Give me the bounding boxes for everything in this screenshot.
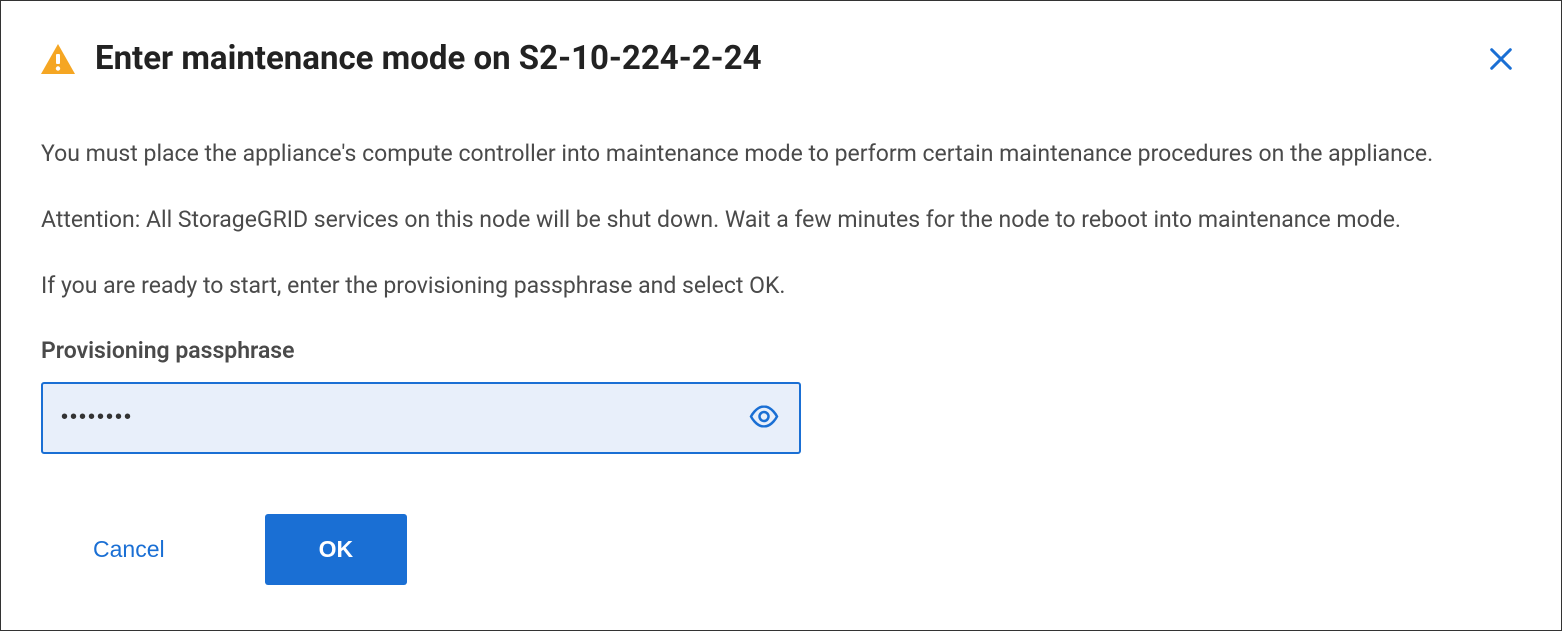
- ok-button[interactable]: OK: [265, 514, 408, 585]
- toggle-visibility-button[interactable]: [743, 399, 785, 436]
- passphrase-input[interactable]: [41, 382, 801, 454]
- dialog-header: Enter maintenance mode on S2-10-224-2-24: [41, 39, 1521, 78]
- warning-icon: [41, 44, 75, 74]
- dialog-text-3: If you are ready to start, enter the pro…: [41, 270, 1521, 302]
- close-button[interactable]: [1483, 41, 1519, 80]
- eye-icon: [749, 405, 779, 430]
- passphrase-input-wrapper: [41, 382, 801, 454]
- passphrase-label: Provisioning passphrase: [41, 337, 1521, 364]
- dialog-text-1: You must place the appliance's compute c…: [41, 138, 1521, 170]
- dialog-title: Enter maintenance mode on S2-10-224-2-24: [95, 39, 762, 78]
- close-icon: [1487, 61, 1515, 76]
- cancel-button[interactable]: Cancel: [93, 536, 165, 563]
- dialog-button-row: Cancel OK: [93, 514, 1521, 585]
- dialog-text-2: Attention: All StorageGRID services on t…: [41, 204, 1521, 236]
- dialog-body: You must place the appliance's compute c…: [41, 138, 1521, 585]
- maintenance-mode-dialog: Enter maintenance mode on S2-10-224-2-24…: [0, 0, 1562, 631]
